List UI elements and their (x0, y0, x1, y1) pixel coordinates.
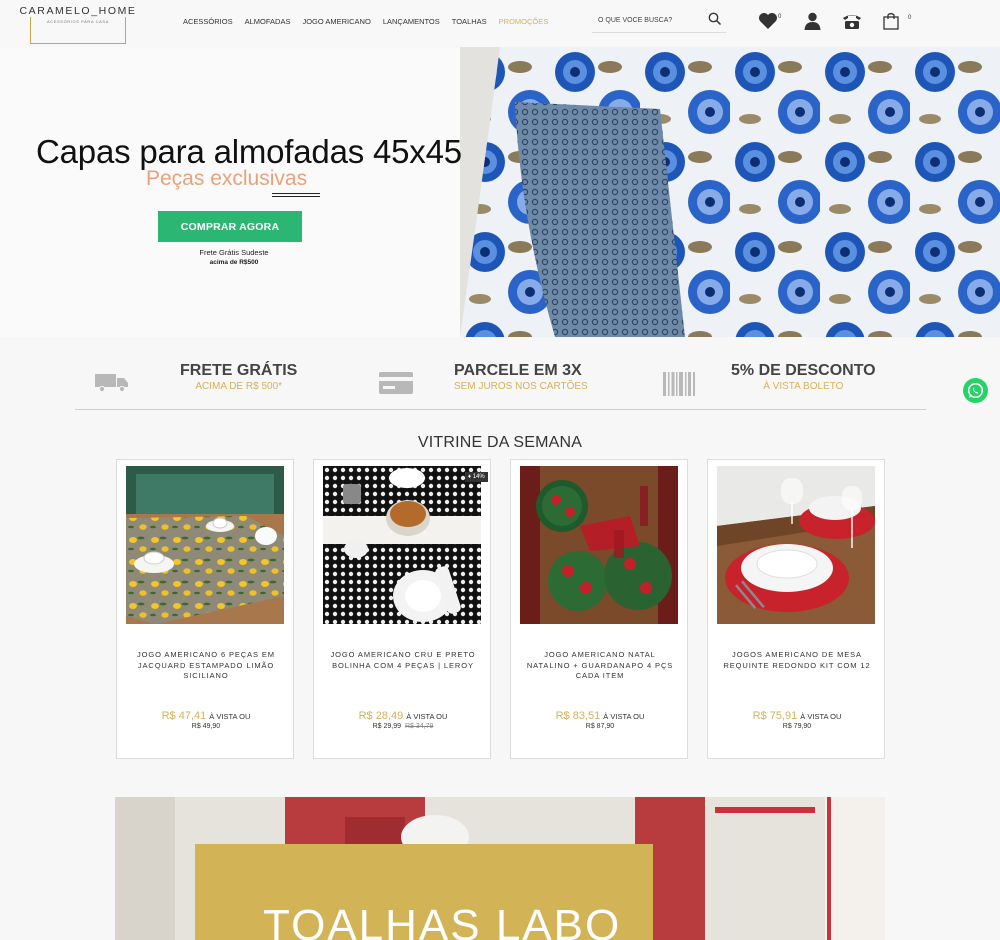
product-installment: R$ 29,99 R$ 34,79 (314, 723, 492, 730)
benefit-title: FRETE GRÁTIS (180, 362, 298, 379)
shopping-bag-icon[interactable] (883, 12, 899, 30)
benefit-title: PARCELE EM 3X (454, 362, 582, 379)
barcode-icon (663, 372, 695, 396)
product-image[interactable] (520, 466, 678, 624)
search-icon[interactable] (708, 12, 722, 26)
credit-card-icon (379, 372, 413, 394)
benefit-subtitle: SEM JUROS NOS CARTÕES (454, 381, 588, 392)
page: CARAMELO_HOME ACESSÓRIOS PARA CASA ACESS… (0, 0, 1000, 940)
discount-badge: ♦ 14% (465, 472, 488, 482)
towels-banner-title: TOALHAS LABO (263, 901, 622, 940)
product-card[interactable]: JOGOS AMERICANO DE MESA REQUINTE REDONDO… (707, 459, 885, 759)
benefits-bar: FRETE GRÁTIS ACIMA DE R$ 500* PARCELE EM… (75, 350, 926, 410)
nav-item-promocoes[interactable]: PROMOÇÕES (499, 17, 549, 26)
product-name[interactable]: JOGO AMERICANO 6 PEÇAS EM JACQUARD ESTAM… (129, 650, 283, 682)
main-nav: ACESSÓRIOS ALMOFADAS JOGO AMERICANO LANÇ… (183, 17, 560, 26)
product-image[interactable] (717, 466, 875, 624)
hero-underline (272, 193, 320, 197)
installment-price: R$ 49,90 (191, 723, 221, 730)
whatsapp-button[interactable] (963, 378, 988, 403)
product-card[interactable]: ♦ 14% JOGO AMERICANO CRU E PRETO BOLINHA… (313, 459, 491, 759)
hero-banner: Capas para almofadas 45x45 Peças exclusi… (0, 47, 1000, 337)
price-suffix: À VISTA OU (406, 712, 448, 721)
search-box (592, 9, 726, 33)
product-name[interactable]: JOGO AMERICANO CRU E PRETO BOLINHA COM 4… (326, 650, 480, 671)
price-suffix: À VISTA OU (603, 712, 645, 721)
search-input[interactable] (592, 9, 702, 32)
installment-price: R$ 29,99 (372, 723, 401, 730)
section-title-vitrine: VITRINE DA SEMANA (417, 434, 583, 451)
nav-item-lancamentos[interactable]: LANÇAMENTOS (383, 17, 440, 26)
cushions-image[interactable] (460, 47, 1000, 337)
whatsapp-icon (967, 382, 984, 399)
nav-item-acessorios[interactable]: ACESSÓRIOS (183, 17, 233, 26)
free-shipping-line1: Frete Grátis Sudeste (199, 248, 269, 257)
benefit-title: 5% DE DESCONTO (731, 362, 876, 379)
benefit-installments: PARCELE EM 3X SEM JUROS NOS CARTÕES (454, 362, 588, 392)
product-installment: R$ 49,90 (117, 723, 295, 730)
price-value: R$ 47,41 (161, 710, 207, 722)
product-price: R$ 28,49 À VISTA OU (314, 710, 492, 722)
hero-subtitle: Peças exclusivas (146, 167, 308, 190)
user-icon[interactable] (804, 12, 821, 30)
benefit-subtitle: À VISTA BOLETO (763, 381, 844, 392)
phone-icon[interactable] (842, 12, 862, 30)
logo[interactable]: CARAMELO_HOME ACESSÓRIOS PARA CASA (17, 5, 139, 44)
towels-banner[interactable]: TOALHAS LABO (115, 797, 885, 940)
product-price: R$ 75,91 À VISTA OU (708, 710, 886, 722)
benefit-discount: 5% DE DESCONTO À VISTA BOLETO (731, 362, 876, 392)
cart-count: 0 (908, 15, 912, 21)
price-suffix: À VISTA OU (800, 712, 842, 721)
logo-tagline: ACESSÓRIOS PARA CASA (47, 19, 109, 24)
free-shipping-note: Frete Grátis Sudeste acima de R$500 (160, 248, 308, 268)
logo-name: CARAMELO_HOME (17, 5, 139, 17)
benefit-subtitle: ACIMA DE R$ 500* (195, 381, 283, 392)
product-name[interactable]: JOGO AMERICANO NATAL NATALINO + GUARDANA… (523, 650, 677, 682)
old-price: R$ 34,79 (405, 723, 434, 730)
product-name[interactable]: JOGOS AMERICANO DE MESA REQUINTE REDONDO… (720, 650, 874, 671)
product-image[interactable] (126, 466, 284, 624)
free-shipping-line2: acima de R$500 (209, 259, 259, 266)
price-value: R$ 83,51 (555, 710, 601, 722)
nav-item-toalhas[interactable]: TOALHAS (452, 17, 487, 26)
price-value: R$ 28,49 (358, 710, 404, 722)
heart-icon[interactable] (758, 12, 778, 30)
product-image[interactable] (323, 466, 481, 624)
hero-title: Capas para almofadas 45x45 (36, 133, 462, 170)
installment-price: R$ 87,90 (585, 723, 615, 730)
product-installment: R$ 79,90 (708, 723, 886, 730)
product-price: R$ 47,41 À VISTA OU (117, 710, 295, 722)
benefit-free-shipping: FRETE GRÁTIS ACIMA DE R$ 500* (180, 362, 297, 392)
product-price: R$ 83,51 À VISTA OU (511, 710, 689, 722)
product-card[interactable]: JOGO AMERICANO 6 PEÇAS EM JACQUARD ESTAM… (116, 459, 294, 759)
price-suffix: À VISTA OU (209, 712, 251, 721)
buy-now-button[interactable]: COMPRAR AGORA (158, 211, 302, 242)
nav-item-almofadas[interactable]: ALMOFADAS (245, 17, 291, 26)
product-installment: R$ 87,90 (511, 723, 689, 730)
nav-item-jogo-americano[interactable]: JOGO AMERICANO (302, 17, 370, 26)
truck-icon (95, 374, 128, 392)
product-card[interactable]: JOGO AMERICANO NATAL NATALINO + GUARDANA… (510, 459, 688, 759)
header: CARAMELO_HOME ACESSÓRIOS PARA CASA ACESS… (0, 0, 1000, 46)
installment-price: R$ 79,90 (782, 723, 812, 730)
price-value: R$ 75,91 (752, 710, 798, 722)
wishlist-count: 0 (778, 14, 782, 20)
